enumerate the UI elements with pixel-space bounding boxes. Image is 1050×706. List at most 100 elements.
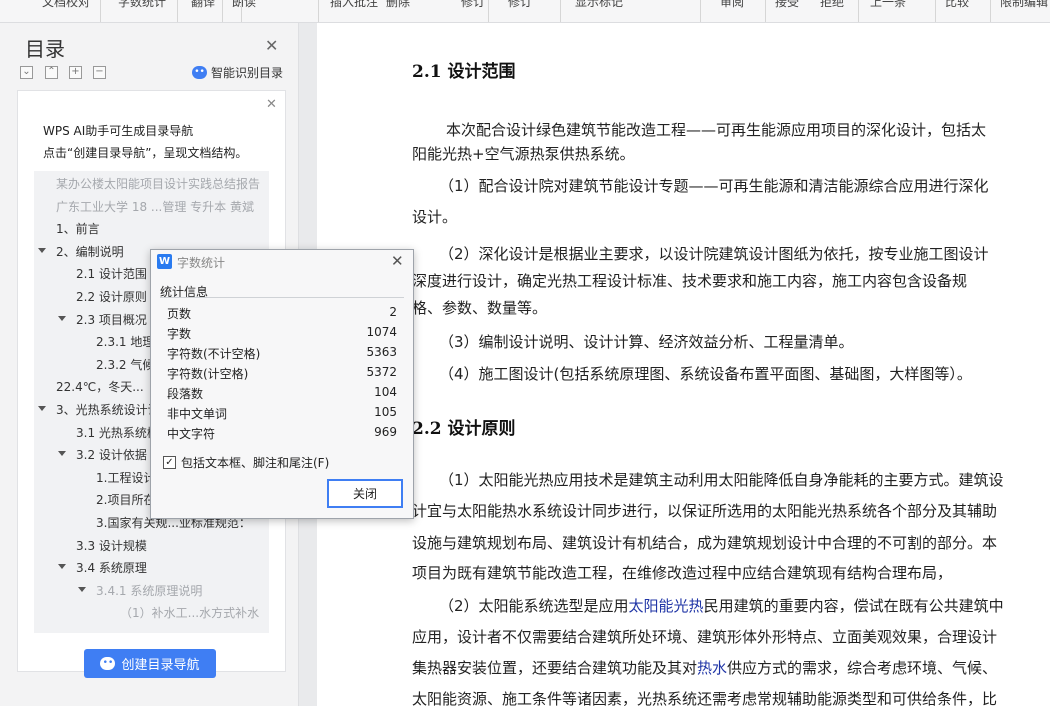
stat-label: 字符数(不计空格) [167,347,261,361]
outline-item[interactable]: 2、编制说明 [56,243,124,260]
toolbar-separator [241,0,242,22]
hyperlink[interactable]: 热水 [697,659,727,677]
paragraph-line: （2）深化设计是根据业主要求，以设计院建筑设计图纸为依托，按专业施工图设计 [439,245,989,263]
paragraph-line: （2）太阳能系统选型是应用太阳能光热民用建筑的重要内容，偿试在既有公共建筑中 [439,595,1050,616]
text-run: 民用建筑的重要内容，偿试在既有公共建筑中 [703,597,1004,615]
hyperlink[interactable]: 太阳能光热 [629,597,704,615]
stat-value: 104 [374,385,397,399]
outline-item[interactable]: 3.1 光热系统概 [76,424,159,441]
wps-logo-icon: W [157,254,172,269]
paragraph-line: 本次配合设计绿色建筑节能改造工程——可再生能源应用项目的深化设计，包括太 [446,121,987,139]
smart-recognize-button[interactable]: •• 智能识别目录 [192,64,283,81]
ribbon-toolbar: 文档校对 字数统计 翻译 朗读 修订 插入批注 删除 修订 显示标记 审阅 接受 拒绝 上一条 比较 限制编… [0,0,1050,23]
checkbox-icon[interactable]: ✓ [163,456,176,469]
paragraph-line: （1）配合设计院对建筑节能设计专题——可再生能源和清洁能源综合应用进行深化 [439,177,989,195]
stat-row: 页数 2 [167,305,397,323]
toolbar-item[interactable]: 字数统计 [118,0,166,10]
outline-item[interactable]: 2.3.1 地理 [96,333,154,350]
outline-item[interactable]: 2.项目所在 [96,491,155,508]
stat-row: 字数 1074 [167,325,397,343]
outline-item[interactable]: 3.4.1 系统原理说明 [96,582,202,599]
toolbar-separator [935,0,936,22]
toolbar-item[interactable]: 显示标记 [575,0,623,10]
close-dialog-icon[interactable]: ✕ [391,252,404,270]
expand-all-icon[interactable]: ⌄ [20,66,33,79]
expand-caret-icon[interactable] [58,315,66,321]
close-pane-icon[interactable]: ✕ [265,36,278,55]
paragraph-line: （3）编制设计说明、设计计算、经济效益分析、工程量清单。 [439,333,854,351]
divider [160,297,404,298]
text-run: 供应方式的需求，综合考虑环境、气候、 [727,659,998,677]
toolbar-item[interactable]: 审阅 [720,0,744,10]
create-outline-button[interactable]: •• 创建目录导航 [84,649,216,678]
include-textbox-checkbox[interactable]: ✓ 包括文本框、脚注和尾注(F) [163,454,329,471]
text-run: 集热器安装位置，还要结合建筑功能及其对 [412,659,698,677]
hint-line-2: 点击“创建目录导航”，呈现文档结构。 [43,146,248,160]
pane-title: 目录 [25,37,65,61]
outline-item[interactable]: 某办公楼太阳能项目设计实践总结报告 [56,175,260,192]
stat-label: 字数 [167,327,192,341]
stat-value: 5372 [366,365,397,379]
toolbar-item[interactable]: 拒绝 [820,0,844,10]
add-heading-icon[interactable]: + [69,66,82,79]
text-run: （2）太阳能系统选型是应用 [439,597,629,615]
paragraph-line: 格、参数、数量等。 [412,299,548,317]
robot-icon: •• [192,66,207,79]
outline-item[interactable]: 3.3 设计规模 [76,537,147,554]
robot-icon: •• [100,657,116,670]
toolbar-item[interactable]: 接受 [775,0,799,10]
toolbar-item[interactable]: 文档校对 [42,0,90,10]
collapse-all-icon[interactable]: ⌃ [45,66,58,79]
stat-row: 非中文单词 105 [167,405,397,423]
paragraph-line: （4）施工图设计(包括系统原理图、系统设备布置平面图、基础图，大样图等）。 [439,365,972,383]
toolbar-item[interactable]: 插入批注 [330,0,378,10]
toolbar-item[interactable]: 修订 [508,0,532,10]
toolbar-item[interactable]: 限制编辑 [1000,0,1048,10]
document-page[interactable]: 2.1 设计范围 本次配合设计绿色建筑节能改造工程——可再生能源应用项目的深化设… [317,23,1050,706]
expand-caret-icon[interactable] [58,451,66,457]
toolbar-separator [222,0,223,22]
stat-row: 段落数 104 [167,385,397,403]
outline-item[interactable]: 3.2 设计依据 [76,446,147,463]
checkbox-label: 包括文本框、脚注和尾注(F) [181,456,330,470]
toolbar-separator [177,0,178,22]
toolbar-item[interactable]: 翻译 [191,0,215,10]
remove-heading-icon[interactable]: − [93,66,106,79]
toolbar-item[interactable]: 修订 [461,0,485,10]
paragraph-line: 集热器安装位置，还要结合建筑功能及其对热水供应方式的需求，综合考虑环境、气候、 [412,657,1030,678]
dialog-title-bar[interactable]: W 字数统计 ✕ [151,250,413,275]
stat-label: 中文字符 [167,427,216,441]
close-button[interactable]: 关闭 [327,479,403,508]
outline-item[interactable]: 1、前言 [56,220,100,237]
outline-item[interactable]: 2.3 项目概况 [76,311,147,328]
word-count-dialog: W 字数统计 ✕ 统计信息 页数 2 字数 1074 字符数(不计空格) 5363 字符数(… [150,249,414,519]
outline-item[interactable]: 3、光热系统设计说 [56,401,160,418]
stat-row: 中文字符 969 [167,425,397,443]
outline-item[interactable]: 2.1 设计范围 [76,265,147,282]
toolbar-separator [990,0,991,22]
outline-item[interactable]: 广东工业大学 18 ...管理 专升本 黄斌 [56,198,254,215]
outline-item[interactable]: 2.3.2 气候 [96,356,154,373]
dialog-title: 字数统计 [177,256,226,270]
toolbar-item[interactable]: 朗读 [232,0,256,10]
paragraph-line: 项目为既有建筑节能改造工程，在维修改造过程中应结合建筑现有结构合理布局， [412,564,953,582]
toolbar-item[interactable]: 上一条 [870,0,906,10]
outline-item[interactable]: （1）补水工...水方式补水 [120,604,259,621]
create-outline-label: 创建目录导航 [121,658,200,673]
expand-caret-icon[interactable] [58,564,66,570]
outline-item[interactable]: 3.4 系统原理 [76,559,147,576]
expand-caret-icon[interactable] [38,406,46,411]
outline-item[interactable]: 2.2 设计原则 [76,288,147,305]
expand-caret-icon[interactable] [78,586,86,592]
close-hint-icon[interactable]: ✕ [266,97,277,112]
toolbar-separator [560,0,561,22]
stat-label: 页数 [167,307,192,321]
outline-item[interactable]: 22.4℃，冬天... [56,378,144,395]
outline-item[interactable]: 1.工程设计 [96,469,155,486]
stat-label: 字符数(计空格) [167,367,249,381]
hint-line-1: WPS AI助手可生成目录导航 [43,124,194,138]
expand-caret-icon[interactable] [38,247,46,253]
paragraph-line: （1）太阳能光热应用技术是建筑主动利用太阳能降低自身净能耗的主要方式。建筑设 [439,471,1004,489]
toolbar-item[interactable]: 删除 [386,0,410,10]
toolbar-item[interactable]: 比较 [945,0,969,10]
